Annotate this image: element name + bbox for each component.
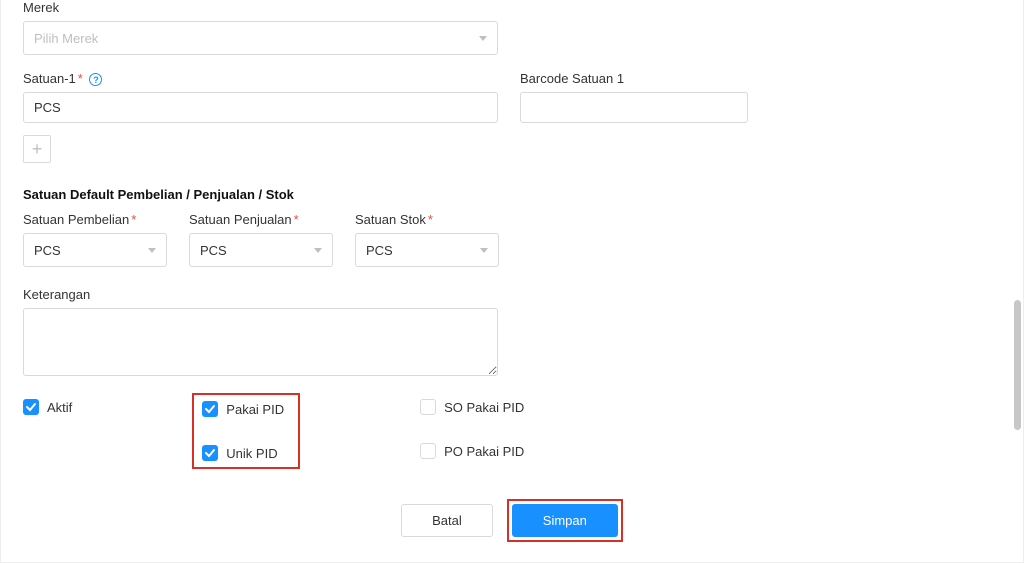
so-pakai-pid-checkbox xyxy=(420,399,436,415)
merek-placeholder: Pilih Merek xyxy=(34,31,98,46)
po-pakai-pid-checkbox-item[interactable]: PO Pakai PID xyxy=(420,443,524,459)
chevron-down-icon xyxy=(480,248,488,253)
help-icon[interactable]: ? xyxy=(89,73,102,86)
satuan1-label: Satuan-1* ? xyxy=(23,71,498,86)
keterangan-textarea[interactable] xyxy=(23,308,498,376)
satuan-stok-select[interactable]: PCS xyxy=(355,233,499,267)
keterangan-label: Keterangan xyxy=(23,287,1001,302)
satuan-pembelian-label: Satuan Pembelian* xyxy=(23,212,167,227)
save-button-highlight: Simpan xyxy=(507,499,623,542)
chevron-down-icon xyxy=(148,248,156,253)
cancel-button[interactable]: Batal xyxy=(401,504,493,537)
check-icon xyxy=(25,401,37,413)
so-pakai-pid-checkbox-item[interactable]: SO Pakai PID xyxy=(420,399,524,415)
add-satuan-button[interactable]: + xyxy=(23,135,51,163)
plus-icon: + xyxy=(32,139,43,160)
scrollbar[interactable] xyxy=(1014,300,1021,430)
pakai-pid-label: Pakai PID xyxy=(226,402,284,417)
satuan-penjualan-value: PCS xyxy=(200,243,227,258)
satuan-stok-value: PCS xyxy=(366,243,393,258)
barcode1-input[interactable] xyxy=(520,92,748,123)
chevron-down-icon xyxy=(314,248,322,253)
merek-select[interactable]: Pilih Merek xyxy=(23,21,498,55)
aktif-label: Aktif xyxy=(47,400,72,415)
check-icon xyxy=(204,447,216,459)
unik-pid-label: Unik PID xyxy=(226,446,277,461)
merek-label: Merek xyxy=(23,0,1001,15)
satuan-stok-label: Satuan Stok* xyxy=(355,212,499,227)
satuan-pembelian-select[interactable]: PCS xyxy=(23,233,167,267)
section-defaults-title: Satuan Default Pembelian / Penjualan / S… xyxy=(23,187,1001,202)
pakai-pid-checkbox-item[interactable]: Pakai PID xyxy=(202,401,284,417)
pakai-pid-checkbox xyxy=(202,401,218,417)
po-pakai-pid-label: PO Pakai PID xyxy=(444,444,524,459)
check-icon xyxy=(204,403,216,415)
satuan1-input[interactable] xyxy=(23,92,498,123)
chevron-down-icon xyxy=(479,36,487,41)
aktif-checkbox xyxy=(23,399,39,415)
so-pakai-pid-label: SO Pakai PID xyxy=(444,400,524,415)
satuan-pembelian-value: PCS xyxy=(34,243,61,258)
aktif-checkbox-item[interactable]: Aktif xyxy=(23,399,72,415)
po-pakai-pid-checkbox xyxy=(420,443,436,459)
unik-pid-checkbox-item[interactable]: Unik PID xyxy=(202,445,284,461)
save-button[interactable]: Simpan xyxy=(512,504,618,537)
satuan-penjualan-select[interactable]: PCS xyxy=(189,233,333,267)
satuan-penjualan-label: Satuan Penjualan* xyxy=(189,212,333,227)
unik-pid-checkbox xyxy=(202,445,218,461)
barcode1-label: Barcode Satuan 1 xyxy=(520,71,748,86)
